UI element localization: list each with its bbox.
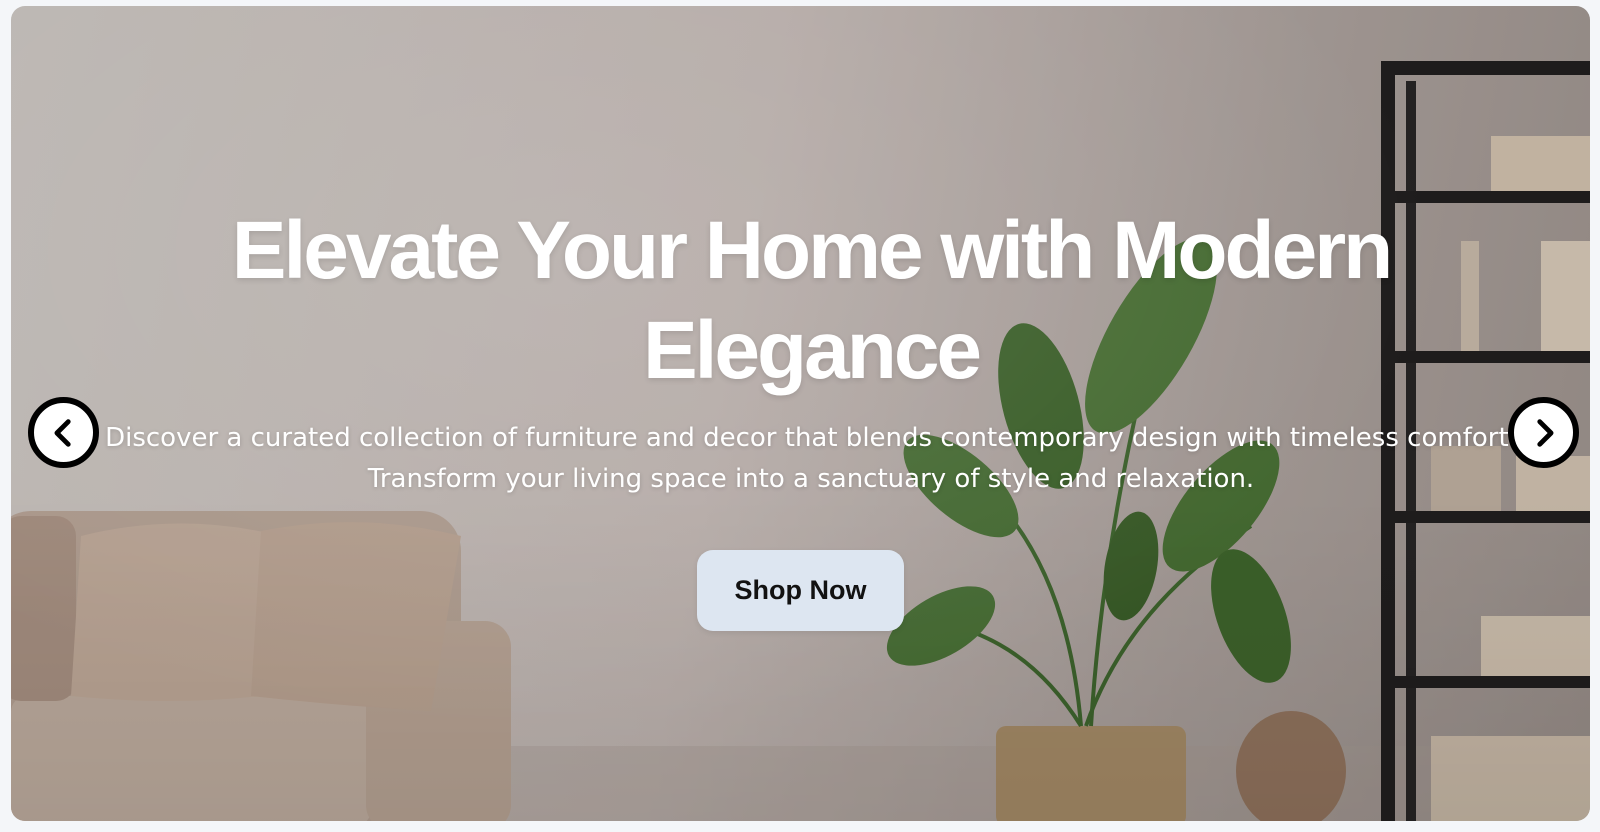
hero-banner: Elevate Your Home with Modern Elegance D… — [11, 6, 1590, 821]
hero-subtext-line-2: Transform your living space into a sanct… — [367, 464, 1255, 494]
carousel-prev-button[interactable] — [28, 397, 99, 468]
hero-headline: Elevate Your Home with Modern Elegance — [231, 205, 1393, 396]
hero-subtext-line-1: Discover a curated collection of furnitu… — [105, 423, 1517, 453]
hero-subtext: Discover a curated collection of furnitu… — [101, 418, 1521, 500]
chevron-right-icon — [1536, 418, 1553, 447]
chevron-left-icon — [54, 418, 71, 447]
shop-now-button[interactable]: Shop Now — [697, 550, 904, 631]
carousel-next-button[interactable] — [1508, 397, 1579, 468]
